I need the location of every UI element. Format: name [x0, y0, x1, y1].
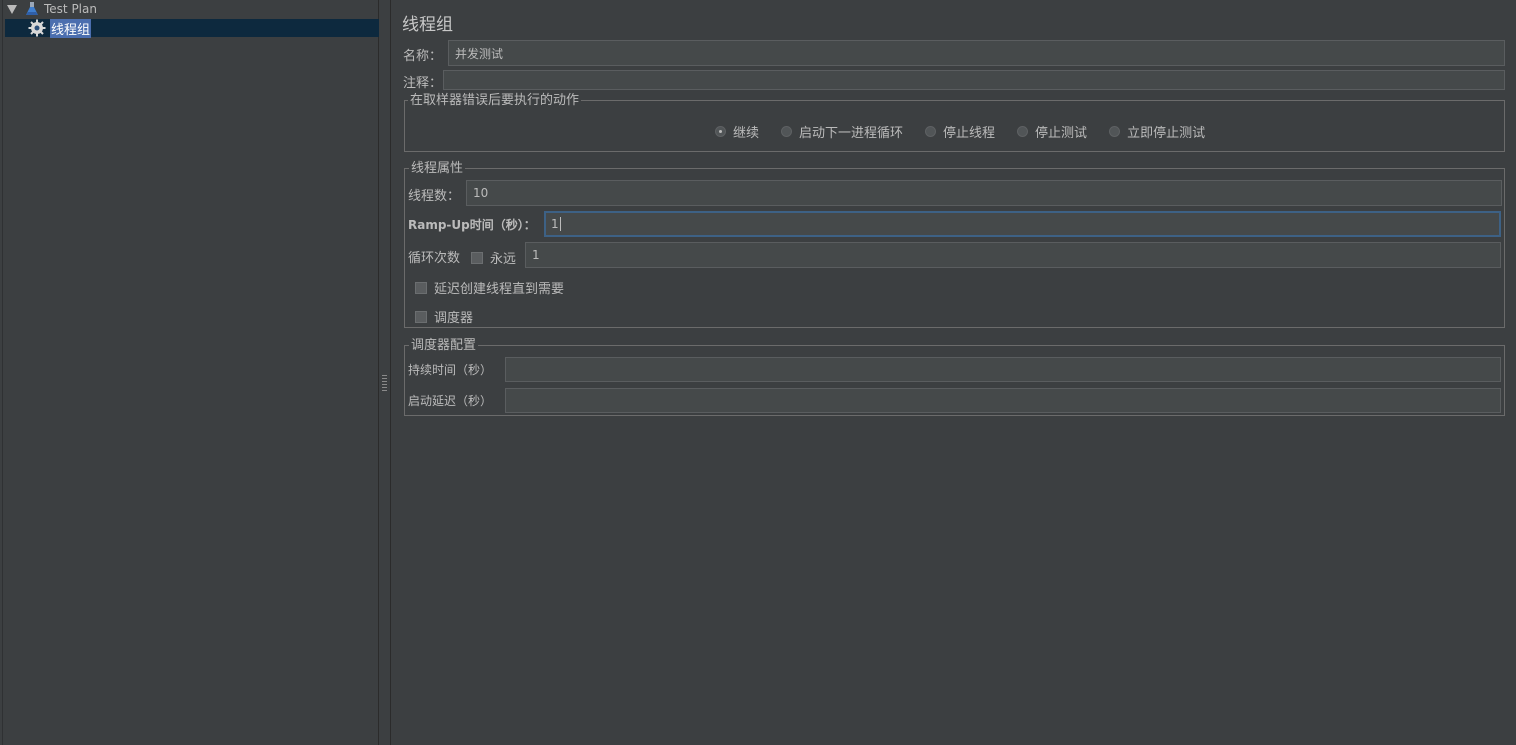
- name-field[interactable]: 并发测试: [448, 40, 1505, 66]
- forever-checkbox[interactable]: 永远: [471, 248, 516, 267]
- loop-count-label: 循环次数: [408, 251, 461, 266]
- comment-field[interactable]: [443, 70, 1505, 90]
- checkbox-icon[interactable]: [415, 281, 427, 294]
- radio-icon[interactable]: [1109, 126, 1121, 137]
- rampup-label: Ramp-Up时间（秒）：: [408, 218, 536, 232]
- radio-stop-test-now[interactable]: 立即停止测试: [1109, 122, 1205, 141]
- error-action-options: 继续 启动下一进程循环 停止线程 停止测试 立即停止测试: [715, 122, 1227, 141]
- scheduler-config-title: 调度器配置: [409, 338, 479, 353]
- checkbox-icon[interactable]: [415, 310, 427, 323]
- rampup-field[interactable]: 1: [544, 211, 1501, 237]
- expand-toggle-icon[interactable]: [6, 3, 18, 15]
- page-title: 线程组: [402, 15, 453, 35]
- splitter-grip-icon[interactable]: [382, 375, 387, 393]
- startup-delay-label: 启动延迟（秒）: [408, 394, 493, 408]
- test-plan-tree[interactable]: Test Plan 线程组: [0, 0, 379, 745]
- radio-icon[interactable]: [781, 126, 793, 137]
- gear-icon: [28, 19, 46, 37]
- radio-icon[interactable]: [1017, 126, 1029, 137]
- scheduler-checkbox[interactable]: 调度器: [415, 307, 473, 326]
- radio-continue[interactable]: 继续: [715, 122, 759, 141]
- thread-properties-title: 线程属性: [409, 161, 466, 176]
- radio-stop-test[interactable]: 停止测试: [1017, 122, 1087, 141]
- pane-splitter[interactable]: [379, 0, 391, 745]
- text-cursor: [559, 217, 561, 231]
- startup-delay-field[interactable]: [505, 388, 1501, 413]
- scheduler-config-group: 调度器配置 持续时间（秒） 启动延迟（秒）: [404, 338, 1505, 416]
- tree-node-thread-group[interactable]: 线程组: [28, 18, 92, 38]
- radio-start-next-loop[interactable]: 启动下一进程循环: [781, 122, 903, 141]
- tree-node-label: 线程组: [50, 18, 92, 38]
- radio-selected-icon[interactable]: [715, 126, 726, 137]
- radio-stop-thread[interactable]: 停止线程: [925, 122, 995, 141]
- tree-node-label: Test Plan: [44, 2, 97, 16]
- radio-icon[interactable]: [925, 126, 937, 137]
- delay-thread-creation-checkbox[interactable]: 延迟创建线程直到需要: [415, 278, 564, 297]
- comment-label: 注释：: [403, 76, 443, 91]
- checkbox-icon[interactable]: [471, 251, 483, 264]
- thread-count-label: 线程数：: [408, 189, 461, 204]
- flask-icon: [24, 1, 40, 17]
- rampup-value: 1: [551, 217, 559, 231]
- tree-node-test-plan[interactable]: Test Plan: [6, 0, 97, 18]
- error-action-group: 在取样器错误后要执行的动作 继续 启动下一进程循环 停止线程 停止测试 立即停止…: [404, 93, 1505, 152]
- duration-field[interactable]: [505, 357, 1501, 382]
- error-action-title: 在取样器错误后要执行的动作: [408, 93, 582, 108]
- name-label: 名称：: [403, 49, 443, 64]
- duration-label: 持续时间（秒）: [408, 363, 493, 377]
- thread-count-field[interactable]: 10: [466, 180, 1502, 206]
- thread-group-panel: 线程组 名称： 并发测试 注释： 在取样器错误后要执行的动作 继续 启动下一进程…: [391, 0, 1516, 745]
- loop-count-field[interactable]: 1: [525, 242, 1501, 268]
- thread-properties-group: 线程属性 线程数： 10 Ramp-Up时间（秒）： 1 循环次数 永远 1 延…: [404, 161, 1505, 328]
